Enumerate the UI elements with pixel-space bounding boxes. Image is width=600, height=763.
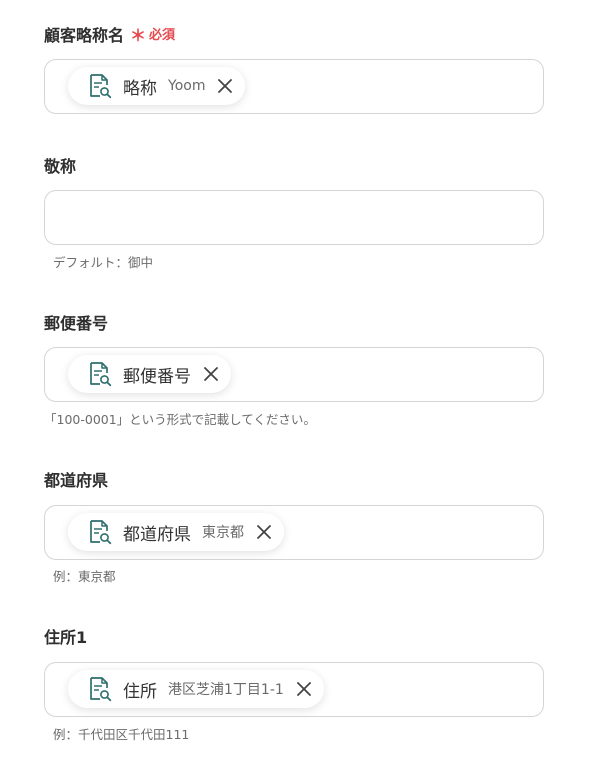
field-label-text: 住所1 xyxy=(44,628,88,647)
field-label: 敬称 xyxy=(44,156,544,178)
variable-chip[interactable]: 都道府県 東京都 xyxy=(68,513,284,551)
field-label-text: 郵便番号 xyxy=(44,314,109,333)
helper-text: 例：千代田区千代田111 xyxy=(53,727,190,742)
close-icon[interactable] xyxy=(217,78,233,94)
chip-label: 略称 xyxy=(123,78,157,99)
field-label: 郵便番号 xyxy=(44,313,544,335)
chip-label: 住所 xyxy=(123,681,157,702)
address-1-input[interactable]: 住所 港区芝浦1丁目1-1 xyxy=(44,662,544,717)
document-search-icon xyxy=(90,362,112,387)
chip-label: 郵便番号 xyxy=(123,366,191,387)
variable-chip[interactable]: 住所 港区芝浦1丁目1-1 xyxy=(68,670,324,708)
chip-sample-value: Yoom xyxy=(168,78,206,94)
field-honorific: 敬称 デフォルト：御中 xyxy=(44,156,544,270)
required-badge: 必須 xyxy=(149,28,176,43)
field-customer-short-name: 顧客略称名 ＊ 必須 略称 Yoom xyxy=(44,25,544,114)
document-search-icon xyxy=(90,520,112,545)
field-label: 顧客略称名 ＊ 必須 xyxy=(44,25,544,47)
helper-text: 例：東京都 xyxy=(53,569,116,584)
field-label-text: 敬称 xyxy=(44,157,77,176)
field-label-text: 都道府県 xyxy=(44,471,109,490)
variable-chip[interactable]: 略称 Yoom xyxy=(68,67,246,105)
field-label-text: 顧客略称名 xyxy=(44,26,125,45)
variable-chip[interactable]: 郵便番号 xyxy=(68,355,231,393)
close-icon[interactable] xyxy=(296,681,312,697)
field-prefecture: 都道府県 都道府県 東京都 例：東京都 xyxy=(44,470,544,584)
postal-code-input[interactable]: 郵便番号 xyxy=(44,347,544,402)
field-label: 都道府県 xyxy=(44,470,544,492)
field-postal-code: 郵便番号 郵便番号 「100-0001」という形式で記載してください。 xyxy=(44,313,544,427)
honorific-input[interactable] xyxy=(44,190,544,245)
chip-label: 都道府県 xyxy=(123,524,191,545)
customer-short-name-input[interactable]: 略称 Yoom xyxy=(44,59,544,114)
document-search-icon xyxy=(90,74,112,99)
close-icon[interactable] xyxy=(203,366,219,382)
helper-text: 「100-0001」という形式で記載してください。 xyxy=(44,412,316,427)
field-label: 住所1 xyxy=(44,627,544,649)
close-icon[interactable] xyxy=(256,524,272,540)
chip-sample-value: 港区芝浦1丁目1-1 xyxy=(168,682,284,698)
field-address-1: 住所1 住所 港区芝浦1丁目1-1 例：千代田区千代田111 xyxy=(44,627,544,742)
document-search-icon xyxy=(90,677,112,702)
helper-text: デフォルト：御中 xyxy=(53,255,154,270)
prefecture-input[interactable]: 都道府県 東京都 xyxy=(44,505,544,560)
chip-sample-value: 東京都 xyxy=(202,525,244,541)
required-asterisk: ＊ xyxy=(130,26,147,45)
